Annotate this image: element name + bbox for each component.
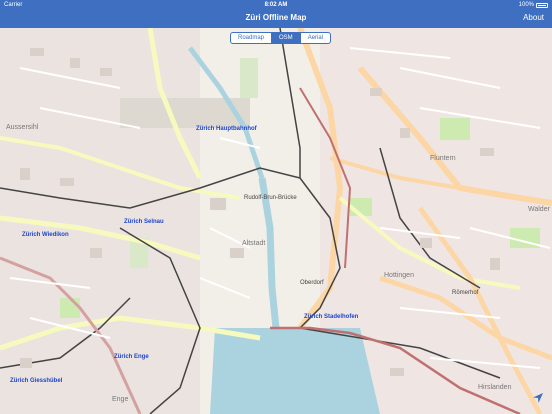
map-mode-roadmap[interactable]: Roadmap <box>231 33 273 43</box>
map-mode-aerial[interactable]: Aerial <box>301 33 330 43</box>
map-label-wiedikon: Zürich Wiedikon <box>22 232 69 238</box>
map-label-altstadt: Altstadt <box>242 240 266 247</box>
map-view[interactable] <box>0 28 552 414</box>
map-label-walder: Walder <box>528 206 550 213</box>
map-label-hauptbahnhof: Zürich Hauptbahnhof <box>196 126 257 132</box>
navigation-bar: Züri Offline Map About <box>0 10 552 28</box>
clock: 8:02 AM <box>264 2 288 8</box>
map-label-hirslanden: Hirslanden <box>478 384 512 391</box>
map-label-enge-area: Enge <box>112 396 129 403</box>
locate-me-icon[interactable] <box>531 391 545 405</box>
map-label-rudolf-brun: Rudolf-Brun-Brücke <box>244 195 297 201</box>
battery-indicator: 100% <box>519 2 548 8</box>
map-label-hottingen: Hottingen <box>384 272 414 279</box>
map-label-giesshuebel: Zürich Giesshübel <box>10 378 63 384</box>
about-button[interactable]: About <box>523 13 544 22</box>
map-label-fluntern: Fluntern <box>430 155 456 162</box>
battery-icon <box>536 2 548 8</box>
app-title: Züri Offline Map <box>245 13 307 22</box>
battery-percent: 100% <box>518 2 534 8</box>
map-label-selnau: Zürich Selnau <box>124 219 164 225</box>
map-label-aussersihl: Aussersihl <box>6 124 39 131</box>
map-label-roemerhof: Römerhof <box>452 290 479 296</box>
status-bar: Carrier 8:02 AM 100% <box>0 0 552 10</box>
map-label-oberdorf: Oberdorf <box>300 280 324 286</box>
map-mode-osm[interactable]: OSM <box>272 33 301 43</box>
map-mode-segmented-control: Roadmap OSM Aerial <box>230 32 332 44</box>
map-label-stadelhofen: Zürich Stadelhofen <box>304 314 359 320</box>
map-label-enge: Zürich Enge <box>114 354 149 360</box>
